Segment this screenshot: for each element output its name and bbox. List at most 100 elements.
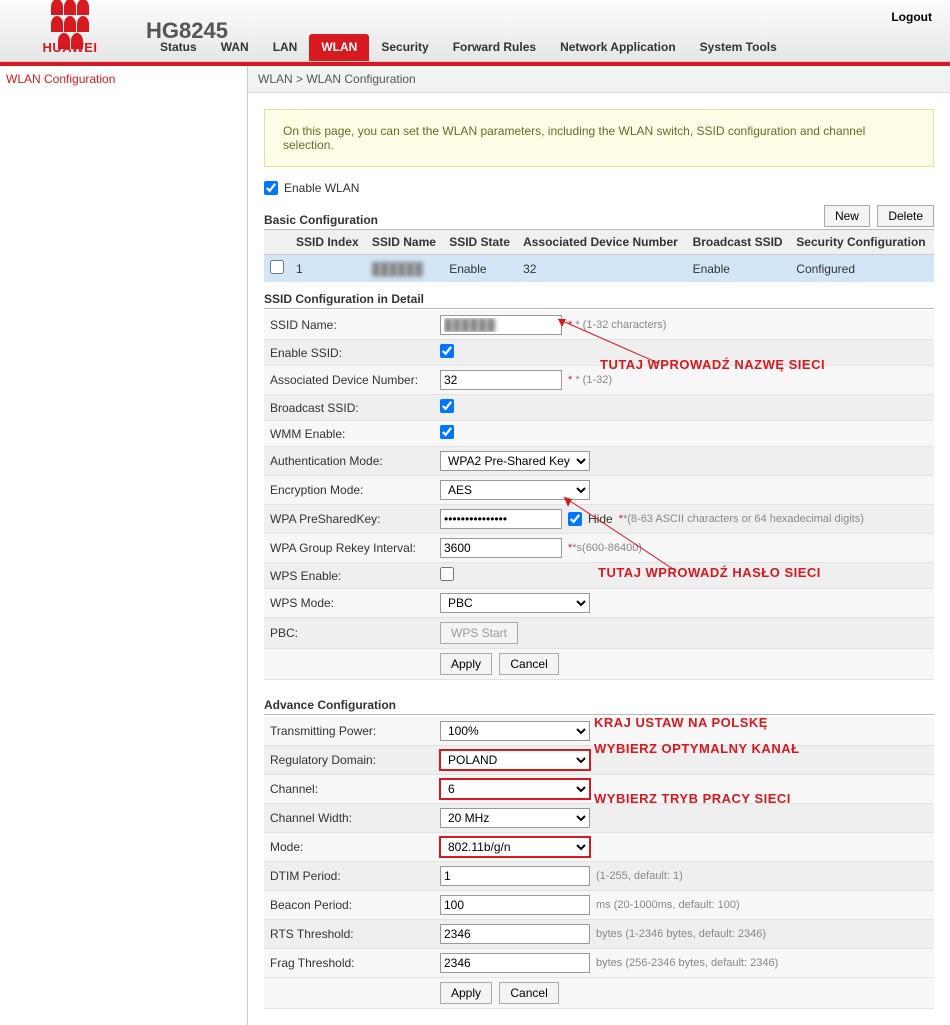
- cell-security: Configured: [790, 255, 934, 283]
- rekey-label: WPA Group Rekey Interval:: [264, 534, 434, 563]
- ssid-name-input[interactable]: [440, 315, 562, 335]
- sidebar: WLAN Configuration: [0, 66, 248, 1025]
- col-ssid-index: SSID Index: [290, 230, 366, 255]
- col-assoc-num: Associated Device Number: [517, 230, 686, 255]
- row-select-checkbox[interactable]: [270, 260, 284, 274]
- wmm-label: WMM Enable:: [264, 421, 434, 447]
- chan-select[interactable]: 6: [440, 779, 590, 799]
- cancel-button-2[interactable]: Cancel: [499, 982, 558, 1004]
- wps-mode-label: WPS Mode:: [264, 589, 434, 618]
- nav-system-tools[interactable]: System Tools: [688, 34, 789, 61]
- table-row[interactable]: 1 ██████ Enable 32 Enable Configured: [264, 255, 934, 283]
- assoc-hint: * (1-32): [575, 374, 612, 386]
- cell-index: 1: [290, 255, 366, 283]
- pbc-label: PBC:: [264, 618, 434, 649]
- cell-name: ██████: [366, 255, 443, 283]
- reg-select[interactable]: POLAND: [440, 750, 590, 770]
- brand-text: HUAWEI: [43, 40, 98, 55]
- rts-input[interactable]: [440, 924, 590, 944]
- enc-label: Encryption Mode:: [264, 476, 434, 505]
- rekey-hint: *s(600-86400): [572, 542, 642, 554]
- ssid-name-hint: * (1-32 characters): [575, 319, 666, 331]
- hide-label: Hide: [588, 512, 613, 526]
- new-button[interactable]: New: [824, 205, 870, 227]
- huawei-icon: [48, 6, 92, 42]
- breadcrumb: WLAN > WLAN Configuration: [248, 66, 950, 93]
- nav-security[interactable]: Security: [369, 34, 440, 61]
- nav-forward-rules[interactable]: Forward Rules: [441, 34, 548, 61]
- nav-network-application[interactable]: Network Application: [548, 34, 688, 61]
- content-area: On this page, you can set the WLAN param…: [248, 93, 950, 1025]
- enable-ssid-checkbox[interactable]: [440, 344, 454, 358]
- wps-start-button[interactable]: WPS Start: [440, 622, 518, 644]
- rts-label: RTS Threshold:: [264, 920, 434, 949]
- wps-mode-select[interactable]: PBC: [440, 593, 590, 613]
- col-ssid-name: SSID Name: [366, 230, 443, 255]
- auth-select[interactable]: WPA2 Pre-Shared Key: [440, 451, 590, 471]
- assoc-input[interactable]: [440, 370, 562, 390]
- nav-wan[interactable]: WAN: [209, 34, 261, 61]
- brand-logo: HUAWEI: [0, 6, 140, 55]
- detail-form: SSID Name: * * (1-32 characters) Enable …: [264, 311, 934, 680]
- basic-config-title: Basic Configuration: [264, 213, 378, 227]
- col-ssid-state: SSID State: [443, 230, 517, 255]
- dtim-input[interactable]: [440, 866, 590, 886]
- cw-select[interactable]: 20 MHz: [440, 808, 590, 828]
- main-panel: WLAN > WLAN Configuration On this page, …: [248, 66, 950, 1025]
- beacon-input[interactable]: [440, 895, 590, 915]
- enable-wlan-label: Enable WLAN: [284, 181, 359, 195]
- chan-label: Channel:: [264, 775, 434, 804]
- frag-label: Frag Threshold:: [264, 949, 434, 978]
- col-security: Security Configuration: [790, 230, 934, 255]
- delete-button[interactable]: Delete: [877, 205, 934, 227]
- hide-checkbox[interactable]: [568, 512, 582, 526]
- beacon-label: Beacon Period:: [264, 891, 434, 920]
- enable-wlan-checkbox[interactable]: [264, 181, 278, 195]
- apply-button[interactable]: Apply: [440, 653, 492, 675]
- psk-label: WPA PreSharedKey:: [264, 505, 434, 534]
- sidebar-item-wlan-config[interactable]: WLAN Configuration: [0, 66, 247, 92]
- main-nav: Status WAN LAN WLAN Security Forward Rul…: [148, 34, 789, 61]
- cancel-button[interactable]: Cancel: [499, 653, 558, 675]
- detail-title: SSID Configuration in Detail: [264, 292, 934, 309]
- enc-select[interactable]: AES: [440, 480, 590, 500]
- mode-label: Mode:: [264, 833, 434, 862]
- beacon-hint: ms (20-1000ms, default: 100): [596, 899, 740, 911]
- frag-input[interactable]: [440, 953, 590, 973]
- mode-select[interactable]: 802.11b/g/n: [440, 837, 590, 857]
- nav-lan[interactable]: LAN: [261, 34, 310, 61]
- assoc-label: Associated Device Number:: [264, 366, 434, 395]
- auth-label: Authentication Mode:: [264, 447, 434, 476]
- tx-label: Transmitting Power:: [264, 717, 434, 746]
- advance-title: Advance Configuration: [264, 698, 934, 715]
- cw-label: Channel Width:: [264, 804, 434, 833]
- ssid-name-label: SSID Name:: [264, 311, 434, 340]
- cell-broadcast: Enable: [687, 255, 791, 283]
- header-bar: HUAWEI HG8245 Logout Status WAN LAN WLAN…: [0, 0, 950, 62]
- cell-state: Enable: [443, 255, 517, 283]
- ssid-table: SSID Index SSID Name SSID State Associat…: [264, 230, 934, 282]
- logout-link[interactable]: Logout: [891, 10, 932, 24]
- psk-hint: *(8-63 ASCII characters or 64 hexadecima…: [623, 513, 864, 525]
- wps-enable-checkbox[interactable]: [440, 567, 454, 581]
- broadcast-checkbox[interactable]: [440, 399, 454, 413]
- reg-label: Regulatory Domain:: [264, 746, 434, 775]
- rekey-input[interactable]: [440, 538, 562, 558]
- frag-hint: bytes (256-2346 bytes, default: 2346): [596, 957, 778, 969]
- rts-hint: bytes (1-2346 bytes, default: 2346): [596, 928, 766, 940]
- dtim-hint: (1-255, default: 1): [596, 870, 683, 882]
- wmm-checkbox[interactable]: [440, 425, 454, 439]
- broadcast-label: Broadcast SSID:: [264, 395, 434, 421]
- wps-enable-label: WPS Enable:: [264, 563, 434, 589]
- tx-select[interactable]: 100%: [440, 721, 590, 741]
- apply-button-2[interactable]: Apply: [440, 982, 492, 1004]
- advance-form: Transmitting Power: 100% Regulatory Doma…: [264, 717, 934, 1009]
- cell-assoc: 32: [517, 255, 686, 283]
- psk-input[interactable]: [440, 509, 562, 529]
- col-broadcast: Broadcast SSID: [687, 230, 791, 255]
- info-banner: On this page, you can set the WLAN param…: [264, 109, 934, 167]
- nav-wlan[interactable]: WLAN: [309, 34, 369, 61]
- nav-status[interactable]: Status: [148, 34, 209, 61]
- dtim-label: DTIM Period:: [264, 862, 434, 891]
- enable-ssid-label: Enable SSID:: [264, 340, 434, 366]
